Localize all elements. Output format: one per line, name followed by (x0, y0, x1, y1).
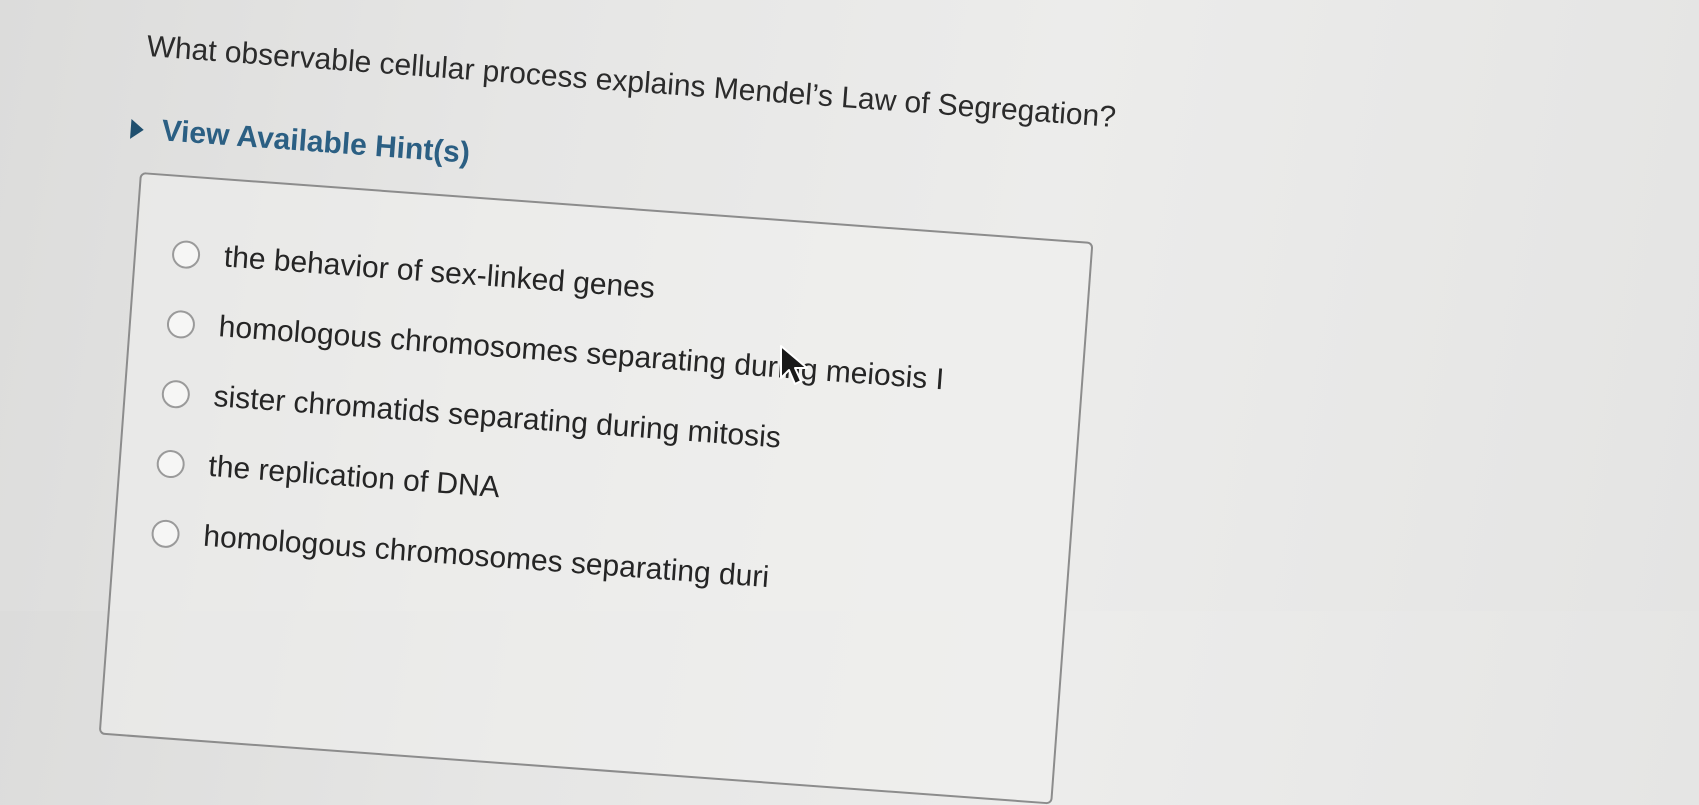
answer-option-label: the behavior of sex-linked genes (222, 240, 657, 305)
answer-option[interactable]: the replication of DNA (155, 446, 501, 505)
answer-option[interactable]: homologous chromosomes separating during… (165, 306, 946, 397)
radio-button[interactable] (165, 309, 196, 340)
mouse-pointer-icon (780, 345, 808, 385)
answer-option[interactable]: homologous chromosomes separating duri (150, 516, 770, 595)
answer-options-box: the behavior of sex-linked genes homolog… (98, 172, 1094, 805)
question-page: What observable cellular process explain… (0, 0, 1699, 805)
answer-option[interactable]: the behavior of sex-linked genes (171, 237, 656, 306)
answer-option-label: sister chromatids separating during mito… (212, 380, 783, 455)
view-hints-toggle[interactable]: View Available Hint(s) (130, 112, 472, 171)
question-text: What observable cellular process explain… (145, 30, 1118, 135)
radio-button[interactable] (155, 449, 186, 480)
answer-option-label: homologous chromosomes separating duri (202, 519, 771, 595)
radio-button[interactable] (171, 239, 202, 270)
answer-option[interactable]: sister chromatids separating during mito… (160, 376, 783, 455)
triangle-right-icon (130, 118, 145, 140)
view-hints-label: View Available Hint(s) (160, 114, 472, 170)
answer-option-label: the replication of DNA (207, 449, 501, 505)
radio-button[interactable] (160, 379, 191, 410)
radio-button[interactable] (150, 518, 181, 549)
answer-option-label: homologous chromosomes separating during… (217, 310, 946, 397)
